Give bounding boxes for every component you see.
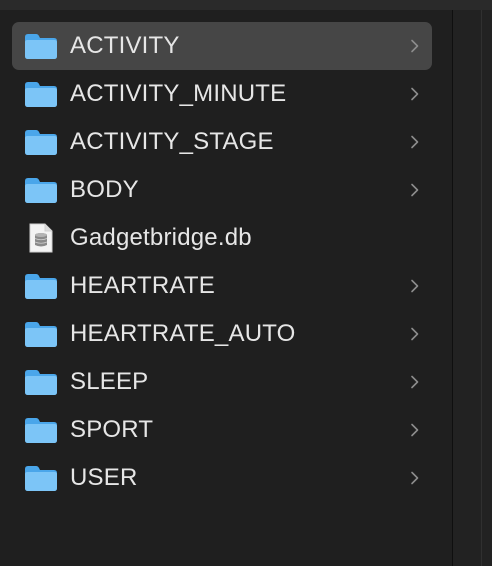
- item-label: HEARTRATE_AUTO: [70, 320, 296, 347]
- folder-icon: [24, 415, 58, 445]
- item-label: USER: [70, 464, 138, 491]
- item-label: ACTIVITY: [70, 32, 180, 59]
- chevron-right-icon: [411, 87, 419, 101]
- chevron-right-icon: [411, 327, 419, 341]
- list-item-activity[interactable]: ACTIVITY: [12, 22, 432, 70]
- file-list: ACTIVITY ACTIVITY_MINUTE ACTIVITY_STAGE …: [12, 22, 432, 502]
- chevron-right-icon: [411, 423, 419, 437]
- list-item-user[interactable]: USER: [12, 454, 432, 502]
- next-column-pane: [453, 10, 492, 566]
- chevron-right-icon: [411, 183, 419, 197]
- folder-icon: [24, 319, 58, 349]
- list-item-sport[interactable]: SPORT: [12, 406, 432, 454]
- database-file-icon: [24, 223, 58, 253]
- chevron-right-icon: [411, 471, 419, 485]
- column-edge: [481, 10, 482, 566]
- list-item-heartrate[interactable]: HEARTRATE: [12, 262, 432, 310]
- folder-icon: [24, 367, 58, 397]
- item-label: ACTIVITY_STAGE: [70, 128, 274, 155]
- chevron-right-icon: [411, 39, 419, 53]
- item-label: SPORT: [70, 416, 154, 443]
- list-item-gadgetbridge-db[interactable]: Gadgetbridge.db: [12, 214, 432, 262]
- folder-icon: [24, 127, 58, 157]
- folder-icon: [24, 175, 58, 205]
- item-label: Gadgetbridge.db: [70, 224, 252, 251]
- folder-icon: [24, 31, 58, 61]
- list-item-sleep[interactable]: SLEEP: [12, 358, 432, 406]
- item-label: HEARTRATE: [70, 272, 215, 299]
- chevron-right-icon: [411, 135, 419, 149]
- list-item-activity-minute[interactable]: ACTIVITY_MINUTE: [12, 70, 432, 118]
- finder-column: ACTIVITY ACTIVITY_MINUTE ACTIVITY_STAGE …: [0, 10, 452, 566]
- list-item-body[interactable]: BODY: [12, 166, 432, 214]
- folder-icon: [24, 271, 58, 301]
- list-item-activity-stage[interactable]: ACTIVITY_STAGE: [12, 118, 432, 166]
- list-item-heartrate-auto[interactable]: HEARTRATE_AUTO: [12, 310, 432, 358]
- folder-icon: [24, 463, 58, 493]
- folder-icon: [24, 79, 58, 109]
- chevron-right-icon: [411, 375, 419, 389]
- item-label: BODY: [70, 176, 139, 203]
- chevron-right-icon: [411, 279, 419, 293]
- item-label: ACTIVITY_MINUTE: [70, 80, 287, 107]
- item-label: SLEEP: [70, 368, 149, 395]
